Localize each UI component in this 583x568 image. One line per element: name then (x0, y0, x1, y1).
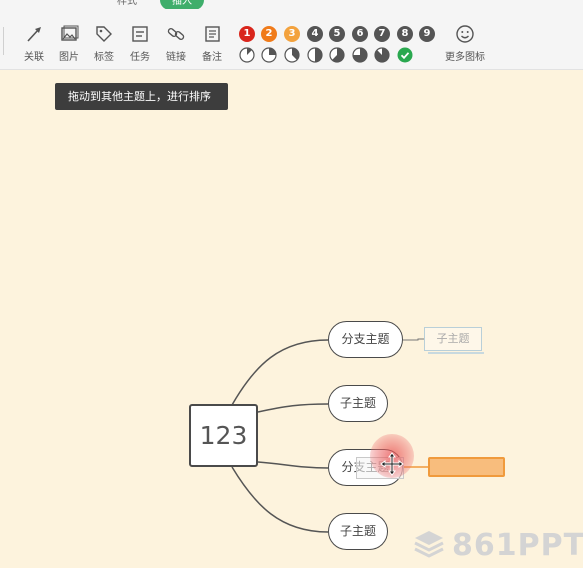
layers-logo-icon (414, 531, 444, 558)
drop-preview-subtopic: 子主题 (424, 327, 484, 354)
subtopic-2[interactable]: 子主题 (328, 385, 388, 422)
branch-topic-1[interactable]: 分支主题 (328, 321, 403, 358)
mindmap-connectors (231, 338, 428, 533)
central-topic[interactable]: 123 (189, 404, 258, 467)
subtopic-4[interactable]: 子主题 (328, 513, 388, 550)
watermark-text: 861PPT (452, 528, 583, 563)
drop-target-box[interactable] (428, 457, 505, 477)
move-cursor-icon (380, 452, 404, 476)
